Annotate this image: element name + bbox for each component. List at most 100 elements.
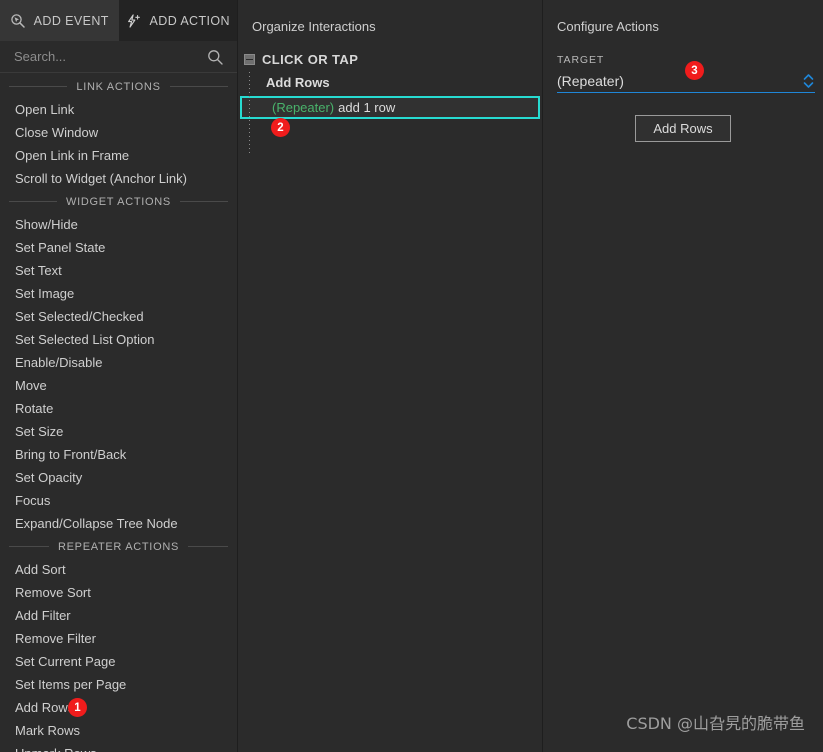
search-bar[interactable] [0,41,237,73]
action-label: Expand/Collapse Tree Node [15,516,178,531]
group-header-repeater-actions: REPEATER ACTIONS [0,535,237,558]
action-item-set-panel-state[interactable]: Set Panel State [0,236,237,259]
group-header-widget-actions: WIDGET ACTIONS [0,190,237,213]
action-item-add-rows[interactable]: Add Rows [0,696,237,719]
action-item-open-link[interactable]: Open Link [0,98,237,121]
action-item-close-window[interactable]: Close Window [0,121,237,144]
tab-add-event[interactable]: ADD EVENT [0,0,119,41]
action-label: Remove Sort [15,585,91,600]
action-label: Unmark Rows [15,746,97,752]
action-item-open-link-in-frame[interactable]: Open Link in Frame [0,144,237,167]
tree-event-row[interactable]: CLICK OR TAP [238,48,542,71]
action-item-set-current-page[interactable]: Set Current Page [0,650,237,673]
action-item-set-selected-list-option[interactable]: Set Selected List Option [0,328,237,351]
action-list[interactable]: LINK ACTIONS Open Link Close Window Open… [0,73,237,752]
chevron-up-down-icon[interactable] [802,71,815,91]
action-label: Rotate [15,401,54,416]
action-item-unmark-rows[interactable]: Unmark Rows [0,742,237,752]
action-item-set-items-per-page[interactable]: Set Items per Page [0,673,237,696]
action-item-rotate[interactable]: Rotate [0,397,237,420]
configure-actions-panel: Configure Actions TARGET (Repeater) Add … [543,0,823,752]
action-label: Close Window [15,125,99,140]
group-title: WIDGET ACTIONS [66,195,171,208]
action-item-add-sort[interactable]: Add Sort [0,558,237,581]
step-badge-2-text: 2 [277,121,284,134]
action-label: Set Panel State [15,240,106,255]
step-badge-1: 1 [68,698,87,717]
group-title: LINK ACTIONS [76,80,161,93]
rule-right [188,546,228,547]
action-item-remove-sort[interactable]: Remove Sort [0,581,237,604]
actions-panel: ADD EVENT ADD ACTION Search... LINK ACTI… [0,0,238,752]
action-item-set-opacity[interactable]: Set Opacity [0,466,237,489]
action-label: Set Size [15,424,64,439]
action-label: Set Selected/Checked [15,309,144,324]
configure-panel-title: Configure Actions [557,19,659,34]
tree-event-label: CLICK OR TAP [262,52,359,67]
step-badge-1-text: 1 [74,701,81,714]
action-item-remove-filter[interactable]: Remove Filter [0,627,237,650]
action-label: Mark Rows [15,723,81,738]
action-label: Add Filter [15,608,71,623]
action-label: Scroll to Widget (Anchor Link) [15,171,187,186]
action-item-show-hide[interactable]: Show/Hide [0,213,237,236]
target-select-value: (Repeater) [557,72,624,89]
action-item-set-size[interactable]: Set Size [0,420,237,443]
action-item-set-image[interactable]: Set Image [0,282,237,305]
action-label: Bring to Front/Back [15,447,127,462]
action-label: Set Current Page [15,654,116,669]
interaction-tree: CLICK OR TAP Add Rows (Repeater) add 1 r… [238,48,542,156]
minus-box-icon[interactable] [244,54,255,65]
action-label: Remove Filter [15,631,96,646]
group-title: REPEATER ACTIONS [57,540,180,553]
search-input[interactable] [14,49,207,64]
rule-left [9,86,68,87]
step-badge-3-text: 3 [691,64,698,77]
action-item-bring-to-front-back[interactable]: Bring to Front/Back [0,443,237,466]
add-rows-button[interactable]: Add Rows [635,115,731,142]
action-label: Move [15,378,47,393]
lightning-plus-icon [126,13,142,29]
action-label: Set Image [15,286,75,301]
rule-right [179,201,229,202]
action-label: Add Rows [15,700,75,715]
tree-action-detail-row[interactable]: (Repeater) add 1 row [240,96,540,119]
tab-add-action-label: ADD ACTION [149,13,230,28]
tab-add-event-label: ADD EVENT [33,13,109,28]
panel-tabs: ADD EVENT ADD ACTION [0,0,237,41]
interactions-editor: ADD EVENT ADD ACTION Search... LINK ACTI… [0,0,823,752]
action-label: Open Link [15,102,75,117]
action-item-focus[interactable]: Focus [0,489,237,512]
action-item-scroll-to-widget[interactable]: Scroll to Widget (Anchor Link) [0,167,237,190]
rule-right [169,86,229,87]
search-icon[interactable] [207,49,223,65]
tree-detail-target: (Repeater) [272,100,335,115]
action-label: Enable/Disable [15,355,103,370]
tree-detail-rest: add 1 row [338,100,396,115]
action-label: Set Items per Page [15,677,127,692]
watermark: CSDN @山旮旯的脆带鱼 [626,714,805,733]
action-label: Set Text [15,263,62,278]
action-label: Set Selected List Option [15,332,155,347]
action-label: Set Opacity [15,470,83,485]
action-label: Show/Hide [15,217,78,232]
cursor-click-icon [10,13,26,29]
target-field-label: TARGET [557,54,605,66]
step-badge-2: 2 [271,118,290,137]
action-label: Open Link in Frame [15,148,130,163]
action-item-expand-collapse-tree-node[interactable]: Expand/Collapse Tree Node [0,512,237,535]
organize-interactions-panel: Organize Interactions CLICK OR TAP Add R… [238,0,543,752]
action-item-set-text[interactable]: Set Text [0,259,237,282]
action-item-add-filter[interactable]: Add Filter [0,604,237,627]
action-item-move[interactable]: Move [0,374,237,397]
action-item-set-selected-checked[interactable]: Set Selected/Checked [0,305,237,328]
tab-add-action[interactable]: ADD ACTION [118,0,237,41]
action-item-mark-rows[interactable]: Mark Rows [0,719,237,742]
rule-left [9,546,49,547]
organize-panel-title: Organize Interactions [252,19,376,34]
action-item-enable-disable[interactable]: Enable/Disable [0,351,237,374]
tree-action-group-row[interactable]: Add Rows [238,71,542,94]
action-label: Add Sort [15,562,66,577]
tree-action-group-label: Add Rows [266,75,330,90]
step-badge-3: 3 [685,61,704,80]
